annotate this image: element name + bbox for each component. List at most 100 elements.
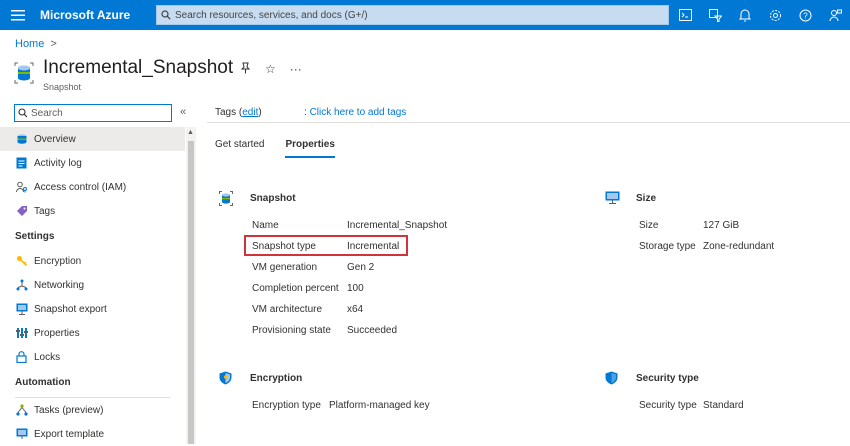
lock-icon xyxy=(15,351,28,364)
settings-icon[interactable] xyxy=(760,0,790,30)
prop-label-size: Size xyxy=(639,220,659,231)
section-title-encryption: Encryption xyxy=(250,373,303,384)
networking-icon xyxy=(15,279,28,292)
size-icon xyxy=(605,191,620,205)
prop-value-completion-percent: 100 xyxy=(347,283,364,294)
sidebar-item-export-template[interactable]: Export template xyxy=(0,422,185,446)
snapshot-type-highlight xyxy=(244,235,408,256)
resource-type-label: Snapshot xyxy=(43,82,82,92)
help-icon[interactable]: ? xyxy=(790,0,820,30)
sidebar-item-label: Networking xyxy=(34,279,85,291)
tag-icon xyxy=(15,205,28,218)
activity-log-icon xyxy=(15,157,28,170)
prop-label-storage-type: Storage type xyxy=(639,241,696,252)
properties-icon xyxy=(15,327,28,340)
add-tags-link[interactable]: Click here to add tags xyxy=(310,107,407,118)
tags-colon: : xyxy=(304,107,307,118)
brand-title[interactable]: Microsoft Azure xyxy=(40,8,148,22)
sidebar-item-encryption[interactable]: Encryption xyxy=(0,249,185,273)
prop-value-vm-generation: Gen 2 xyxy=(347,262,375,273)
prop-value-storage-type: Zone-redundant xyxy=(703,241,775,252)
scrollbar-thumb[interactable] xyxy=(188,141,194,444)
collapse-sidebar-icon[interactable]: « xyxy=(180,106,186,118)
sidebar-item-overview[interactable]: Overview xyxy=(0,127,185,151)
prop-value-name: Incremental_Snapshot xyxy=(347,220,448,231)
section-title-snapshot: Snapshot xyxy=(250,193,296,204)
notifications-icon[interactable] xyxy=(730,0,760,30)
prop-label-name: Name xyxy=(252,220,279,231)
cloud-shell-icon[interactable] xyxy=(670,0,700,30)
top-bar: Microsoft Azure Search resources, servic… xyxy=(0,0,850,30)
snapshot-icon xyxy=(219,191,233,206)
key-icon xyxy=(15,255,28,268)
sidebar-item-label: Locks xyxy=(34,351,61,363)
tags-add-line: : Click here to add tags xyxy=(304,107,406,118)
tags-edit-link[interactable]: edit xyxy=(242,107,258,118)
overview-icon xyxy=(15,133,28,146)
sidebar-item-tasks[interactable]: Tasks (preview) xyxy=(0,398,185,422)
prop-value-vm-architecture: x64 xyxy=(347,304,364,315)
sidebar-item-label: Overview xyxy=(34,133,76,145)
search-icon xyxy=(157,10,175,20)
search-icon xyxy=(15,108,31,118)
section-title-size: Size xyxy=(636,193,657,204)
global-search-input[interactable]: Search resources, services, and docs (G+… xyxy=(156,5,669,25)
tab-bar: Get started Properties xyxy=(215,139,335,158)
page-title: Incremental_Snapshot xyxy=(43,57,234,78)
snapshot-icon xyxy=(14,62,34,84)
tags-line: Tags (edit) xyxy=(215,107,262,118)
directory-filter-icon[interactable] xyxy=(700,0,730,30)
prop-value-security-type: Standard xyxy=(703,400,744,411)
breadcrumb: Home > xyxy=(15,38,57,50)
pin-icon[interactable] xyxy=(240,62,251,77)
shield-icon xyxy=(219,371,233,385)
prop-label-vm-architecture: VM architecture xyxy=(252,304,323,315)
sidebar-item-access-control[interactable]: Access control (IAM) xyxy=(0,175,185,199)
sidebar-item-properties[interactable]: Properties xyxy=(0,321,185,345)
sidebar-item-label: Tasks (preview) xyxy=(34,404,104,416)
prop-label-provisioning-state: Provisioning state xyxy=(252,325,331,336)
sidebar-item-label: Encryption xyxy=(34,255,82,267)
sidebar-section-automation: Automation xyxy=(15,376,71,388)
sidebar-item-label: Snapshot export xyxy=(34,303,107,315)
menu-icon[interactable] xyxy=(0,0,36,30)
tags-label: Tags ( xyxy=(215,107,243,118)
sidebar-item-label: Tags xyxy=(34,205,56,217)
prop-value-size: 127 GiB xyxy=(703,220,740,231)
sidebar-item-label: Access control (IAM) xyxy=(34,181,127,193)
security-shield-icon xyxy=(605,371,619,385)
sidebar-scrollbar[interactable]: ▲ xyxy=(186,127,196,444)
export-icon xyxy=(15,303,28,316)
sidebar-section-settings: Settings xyxy=(15,230,55,242)
divider xyxy=(207,122,850,123)
sidebar-search-input[interactable]: Search xyxy=(14,104,172,122)
sidebar-search-placeholder: Search xyxy=(31,107,63,119)
sidebar-item-locks[interactable]: Locks xyxy=(0,345,185,369)
sidebar-item-tags[interactable]: Tags xyxy=(0,199,185,223)
prop-value-encryption-type: Platform-managed key xyxy=(329,400,430,411)
sidebar-item-networking[interactable]: Networking xyxy=(0,273,185,297)
sidebar-item-label: Properties xyxy=(34,327,80,339)
sidebar-item-snapshot-export[interactable]: Snapshot export xyxy=(0,297,185,321)
prop-label-vm-generation: VM generation xyxy=(252,262,318,273)
tab-properties[interactable]: Properties xyxy=(285,139,335,158)
tasks-icon xyxy=(15,404,28,417)
sidebar-item-label: Export template xyxy=(34,428,105,440)
prop-label-encryption-type: Encryption type xyxy=(252,400,321,411)
global-search-placeholder: Search resources, services, and docs (G+… xyxy=(175,9,368,21)
tab-get-started[interactable]: Get started xyxy=(215,139,264,158)
section-title-security-type: Security type xyxy=(636,373,699,384)
favorite-star-icon[interactable]: ☆ xyxy=(265,62,276,77)
sidebar-item-activity-log[interactable]: Activity log xyxy=(0,151,185,175)
sidebar-item-label: Activity log xyxy=(34,157,82,169)
breadcrumb-home[interactable]: Home xyxy=(15,38,44,50)
more-actions-icon[interactable]: ··· xyxy=(290,62,302,77)
iam-icon xyxy=(15,181,28,194)
prop-value-provisioning-state: Succeeded xyxy=(347,325,398,336)
sidebar: Overview Activity log Access control (IA… xyxy=(0,127,185,446)
prop-label-security-type: Security type xyxy=(639,400,697,411)
tags-label-close: ) xyxy=(258,107,262,118)
feedback-icon[interactable] xyxy=(820,0,850,30)
prop-label-completion-percent: Completion percent xyxy=(252,283,339,294)
scroll-up-icon[interactable]: ▲ xyxy=(187,129,194,136)
